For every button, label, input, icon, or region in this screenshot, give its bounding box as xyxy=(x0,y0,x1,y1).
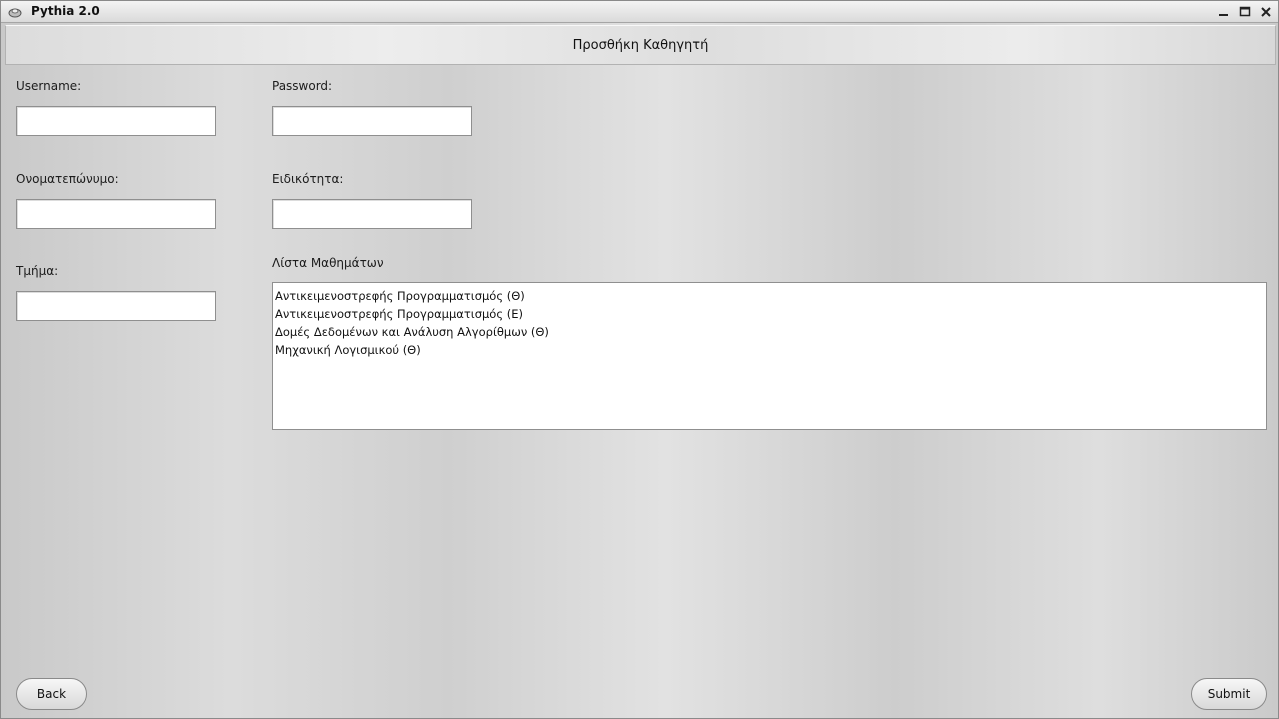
username-label: Username: xyxy=(16,79,82,93)
course-list-item[interactable]: Αντικειμενοστρεφής Προγραμματισμός (Ε) xyxy=(275,305,1264,323)
course-list-item[interactable]: Δομές Δεδομένων και Ανάλυση Αλγορίθμων (… xyxy=(275,323,1264,341)
department-input[interactable] xyxy=(16,291,216,321)
department-label: Τμήμα: xyxy=(16,264,59,278)
window-title: Pythia 2.0 xyxy=(31,4,100,18)
page-header: Προσθήκη Καθηγητή xyxy=(5,25,1276,65)
courses-label: Λίστα Μαθημάτων xyxy=(272,256,384,270)
password-label: Password: xyxy=(272,79,333,93)
close-icon[interactable] xyxy=(1257,3,1275,21)
courses-list[interactable]: Αντικειμενοστρεφής Προγραμματισμός (Θ) Α… xyxy=(272,282,1267,430)
maximize-icon[interactable] xyxy=(1236,3,1254,21)
username-input[interactable] xyxy=(16,106,216,136)
minimize-icon[interactable] xyxy=(1215,3,1233,21)
specialty-label: Ειδικότητα: xyxy=(272,172,344,186)
submit-button[interactable]: Submit xyxy=(1191,678,1267,710)
specialty-input[interactable] xyxy=(272,199,472,229)
page-title: Προσθήκη Καθηγητή xyxy=(572,37,709,53)
title-bar[interactable]: Pythia 2.0 xyxy=(1,1,1278,23)
app-window: Pythia 2.0 Προσθήκη Καθηγητή Username: P… xyxy=(0,0,1279,719)
back-button[interactable]: Back xyxy=(16,678,87,710)
password-input[interactable] xyxy=(272,106,472,136)
fullname-input[interactable] xyxy=(16,199,216,229)
app-logo-icon xyxy=(8,6,22,18)
course-list-item[interactable]: Μηχανική Λογισμικού (Θ) xyxy=(275,341,1264,359)
course-list-item[interactable]: Αντικειμενοστρεφής Προγραμματισμός (Θ) xyxy=(275,287,1264,305)
fullname-label: Ονοματεπώνυμο: xyxy=(16,172,119,186)
